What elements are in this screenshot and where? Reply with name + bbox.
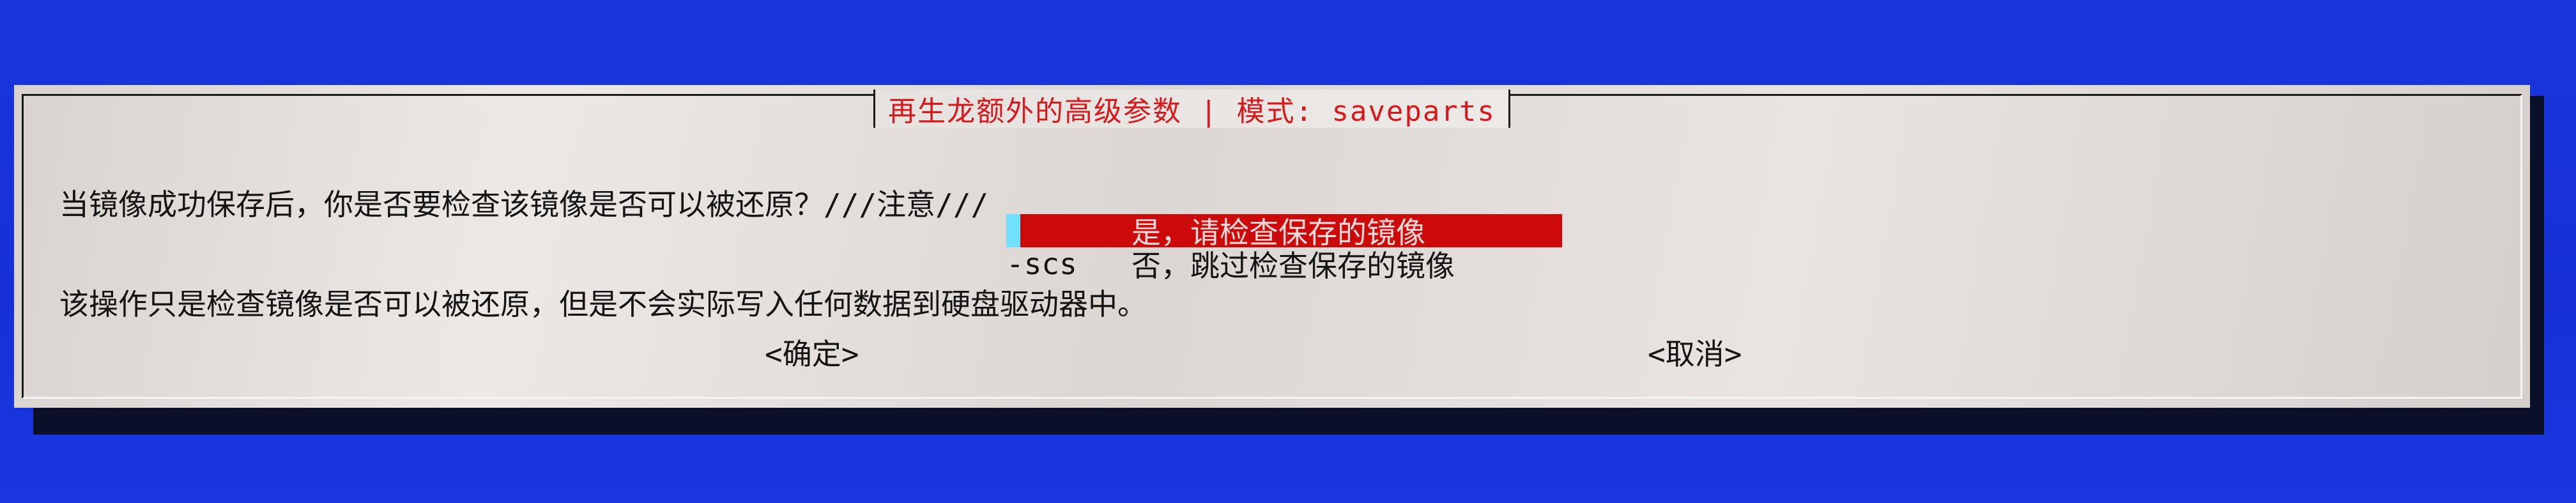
cancel-button[interactable]: <取消> <box>1648 331 1742 373</box>
message-line-1: 当镜像成功保存后，你是否要检查该镜像是否可以被还原？///注意/// <box>59 187 989 222</box>
options-dialog: 再生龙额外的高级参数 | 模式: saveparts 当镜像成功保存后，你是否要… <box>14 85 2530 408</box>
choice-menu: 是，请检查保存的镜像 -scs 否，跳过检查保存的镜像 <box>1006 214 1568 283</box>
ok-button[interactable]: <确定> <box>765 331 859 373</box>
dialog-frame: 再生龙额外的高级参数 | 模式: saveparts 当镜像成功保存后，你是否要… <box>22 89 2522 399</box>
menu-item-skip-check[interactable]: -scs 否，跳过检查保存的镜像 <box>1006 247 1568 283</box>
dialog-message: 当镜像成功保存后，你是否要检查该镜像是否可以被还原？///注意/// 该操作只是… <box>59 121 1147 387</box>
menu-item-tag: -scs <box>1006 247 1077 281</box>
menu-item-label: 否，跳过检查保存的镜像 <box>1131 249 1455 283</box>
message-line-2: 该操作只是检查镜像是否可以被还原，但是不会实际写入任何数据到硬盘驱动器中。 <box>59 287 1147 321</box>
cursor-block <box>1006 214 1020 247</box>
terminal-screen: 再生龙额外的高级参数 | 模式: saveparts 当镜像成功保存后，你是否要… <box>0 0 2576 503</box>
